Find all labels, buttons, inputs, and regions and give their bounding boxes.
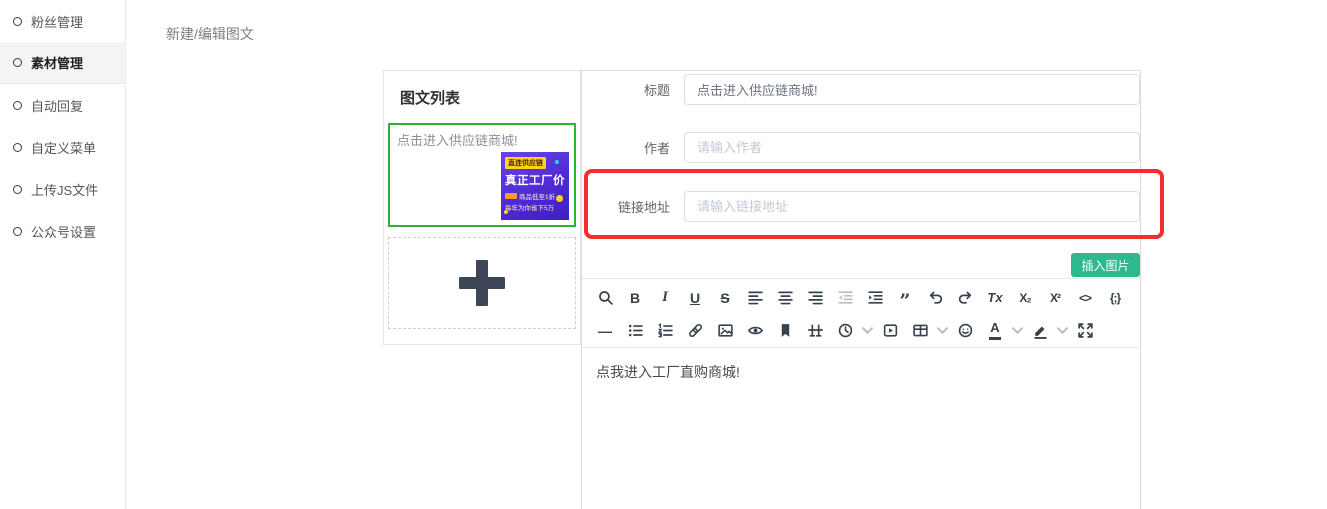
thumb-badge: 直连供应链 [505,157,546,169]
link-input[interactable] [684,191,1140,222]
radio-circle-icon [13,185,22,194]
outdent-icon[interactable] [830,285,860,311]
radio-circle-icon [13,58,22,67]
align-center-icon[interactable] [770,285,800,311]
radio-circle-icon [13,101,22,110]
editor-toolbar: B I U S ” [582,278,1140,348]
editor-content-text: 点我进入工厂直购商城! [596,364,740,380]
sidebar-item-upload-js[interactable]: 上传JS文件 [0,168,125,210]
decor-dot [556,195,563,202]
align-left-icon[interactable] [740,285,770,311]
page-break-icon[interactable] [800,318,830,344]
page-title: 新建/编辑图文 [166,24,254,44]
chevron-down-icon[interactable] [1010,318,1025,344]
superscript-icon[interactable]: X² [1040,285,1070,311]
undo-icon[interactable] [920,285,950,311]
horizontal-rule-icon[interactable]: — [590,318,620,344]
author-label: 作者 [582,138,670,157]
decor-dot [504,210,508,214]
chevron-down-icon[interactable] [1055,318,1070,344]
numbered-list-icon[interactable] [650,318,680,344]
thumb-line2: 每年为你省下5万 [505,202,569,212]
subscript-icon[interactable]: X₂ [1010,285,1040,311]
sidebar-item-label: 粉丝管理 [31,12,83,31]
clear-format-icon[interactable]: Tx [980,285,1010,311]
sidebar-item-label: 自动回复 [31,96,83,115]
italic-icon[interactable]: I [650,285,680,311]
sidebar-item-material[interactable]: 素材管理 [0,42,125,84]
table-icon[interactable] [905,318,935,344]
chevron-down-icon[interactable] [860,318,875,344]
title-label: 标题 [582,80,670,99]
preview-icon[interactable] [740,318,770,344]
clock-icon[interactable] [830,318,860,344]
indent-icon[interactable] [860,285,890,311]
link-label: 链接地址 [582,197,670,216]
editor-content-area[interactable]: 点我进入工厂直购商城! [582,348,1140,509]
search-icon[interactable] [590,285,620,311]
highlight-icon[interactable] [1025,318,1055,344]
align-right-icon[interactable] [800,285,830,311]
add-article-button[interactable] [388,237,576,329]
code-block-icon[interactable]: {;} [1100,285,1130,311]
emoji-icon[interactable] [950,318,980,344]
fullscreen-icon[interactable] [1070,318,1100,344]
toolbar-row-1: B I U S ” [590,281,1140,314]
author-input[interactable] [684,132,1140,163]
video-icon[interactable] [875,318,905,344]
underline-icon[interactable]: U [680,285,710,311]
insert-image-button[interactable]: 插入图片 [1071,253,1140,277]
article-editor-panel: 标题 作者 链接地址 插入图片 B I U S [581,70,1141,509]
thumb-orange-chip [505,193,517,199]
sidebar-item-autoreply[interactable]: 自动回复 [0,84,125,126]
image-icon[interactable] [710,318,740,344]
radio-circle-icon [13,143,22,152]
sidebar-item-label: 公众号设置 [31,222,96,241]
sidebar-item-account-settings[interactable]: 公众号设置 [0,210,125,252]
sidebar: 粉丝管理 素材管理 自动回复 自定义菜单 上传JS文件 公众号设置 [0,0,126,509]
link-icon[interactable] [680,318,710,344]
title-input[interactable] [684,74,1140,105]
font-color-icon[interactable]: A [980,318,1010,344]
bookmark-icon[interactable] [770,318,800,344]
bold-icon[interactable]: B [620,285,650,311]
sidebar-item-custom-menu[interactable]: 自定义菜单 [0,126,125,168]
redo-icon[interactable] [950,285,980,311]
blockquote-icon[interactable]: ” [890,285,920,311]
toolbar-row-2: — [590,314,1140,347]
sidebar-item-label: 素材管理 [31,53,83,72]
radio-circle-icon [13,227,22,236]
sidebar-item-label: 自定义菜单 [31,138,96,157]
bulleted-list-icon[interactable] [620,318,650,344]
article-card-selected[interactable]: 点击进入供应链商城! 直连供应链 真正工厂价 商品低至1折 每年为你省下5万 [388,123,576,227]
thumb-line1: 商品低至1折 [519,191,555,201]
decor-dot [555,160,559,164]
article-list-panel: 图文列表 点击进入供应链商城! 直连供应链 真正工厂价 商品低至1折 每年为你省… [383,70,581,345]
plus-icon [476,260,488,306]
radio-circle-icon [13,17,22,26]
article-list-title: 图文列表 [384,71,580,108]
chevron-down-icon[interactable] [935,318,950,344]
thumb-headline: 真正工厂价 [505,172,569,188]
inline-code-icon[interactable]: <> [1070,285,1100,311]
sidebar-item-fans[interactable]: 粉丝管理 [0,0,125,42]
strikethrough-icon[interactable]: S [710,285,740,311]
article-thumbnail-image: 直连供应链 真正工厂价 商品低至1折 每年为你省下5万 [501,152,569,220]
article-card-title: 点击进入供应链商城! [397,130,567,149]
sidebar-item-label: 上传JS文件 [31,180,98,199]
